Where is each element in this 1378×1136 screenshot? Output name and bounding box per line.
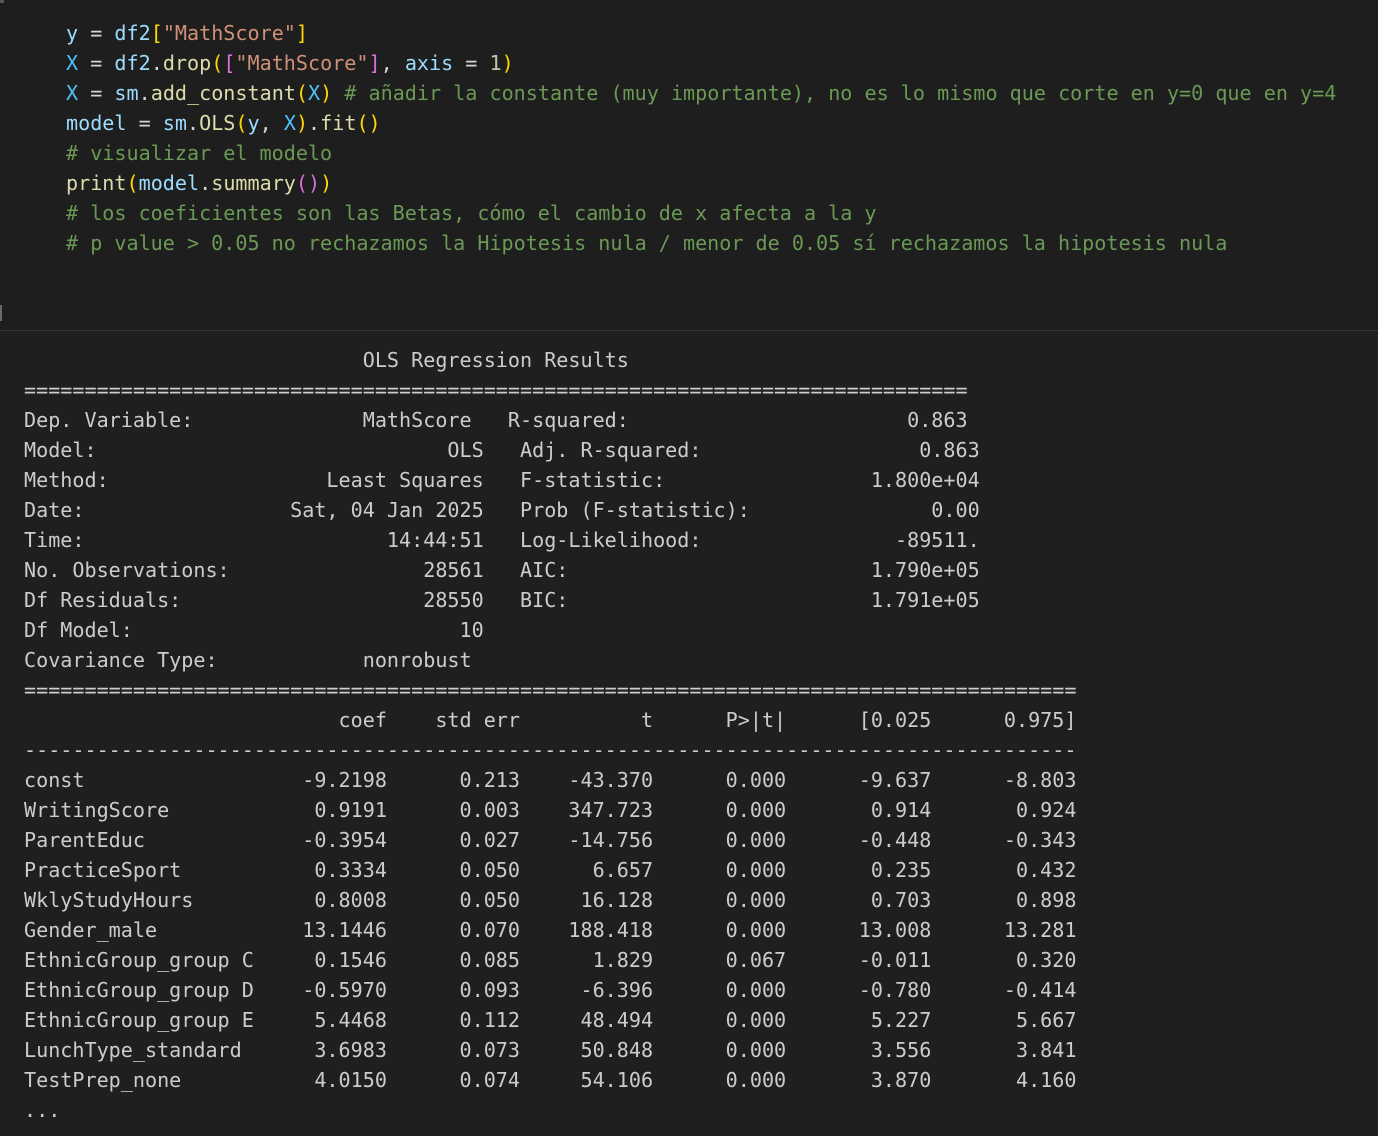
code-line-1[interactable]: y = df2["MathScore"]: [66, 18, 308, 48]
code-token: ]: [295, 21, 308, 45]
output-line: Gender_male 13.1446 0.070 188.418 0.000 …: [24, 918, 1077, 942]
code-token: X: [66, 81, 79, 105]
code-token: =: [78, 81, 115, 105]
code-token: [: [223, 51, 236, 75]
code-token: axis: [404, 51, 454, 75]
output-line: Method: Least Squares F-statistic: 1.800…: [24, 468, 980, 492]
code-comment: # p value > 0.05 no rechazamos la Hipote…: [66, 231, 1228, 255]
code-token: (: [211, 51, 224, 75]
cell-corner-mark: [0, 0, 4, 3]
code-token: ): [320, 171, 333, 195]
code-token: summary: [211, 171, 296, 195]
code-token: "MathScore": [162, 21, 296, 45]
code-line-4[interactable]: model = sm.OLS(y, X).fit(): [66, 108, 381, 138]
code-token: .: [150, 51, 163, 75]
output-line: WklyStudyHours 0.8008 0.050 16.128 0.000…: [24, 888, 1077, 912]
code-token: X: [66, 51, 79, 75]
output-line: ...: [24, 1098, 61, 1122]
code-token: .: [199, 171, 212, 195]
output-line: PracticeSport 0.3334 0.050 6.657 0.000 0…: [24, 858, 1077, 882]
code-token: X: [283, 111, 296, 135]
code-token: model: [138, 171, 200, 195]
output-line: Date: Sat, 04 Jan 2025 Prob (F-statistic…: [24, 498, 980, 522]
code-token: (: [295, 81, 308, 105]
code-token: y: [247, 111, 260, 135]
output-line: EthnicGroup_group C 0.1546 0.085 1.829 0…: [24, 948, 1077, 972]
code-token: =: [453, 51, 490, 75]
code-token: X: [308, 81, 321, 105]
output-line: Dep. Variable: MathScore R-squared: 0.86…: [24, 408, 968, 432]
output-line: Df Model: 10: [24, 618, 980, 642]
code-token: model: [66, 111, 127, 135]
output-line: LunchType_standard 3.6983 0.073 50.848 0…: [24, 1038, 1077, 1062]
code-token: y: [66, 21, 79, 45]
output-line: Covariance Type: nonrobust: [24, 648, 968, 672]
output-line: Df Residuals: 28550 BIC: 1.791e+05: [24, 588, 980, 612]
code-token: ): [295, 111, 309, 135]
output-line: Model: OLS Adj. R-squared: 0.863: [24, 438, 980, 462]
code-token: .: [138, 81, 151, 105]
code-comment: # visualizar el modelo: [66, 141, 333, 165]
output-line: ParentEduc -0.3954 0.027 -14.756 0.000 -…: [24, 828, 1077, 852]
output-line: WritingScore 0.9191 0.003 347.723 0.000 …: [24, 798, 1077, 822]
output-line: ========================================…: [24, 378, 968, 402]
code-token: .: [308, 111, 321, 135]
code-token: ,: [259, 111, 284, 135]
output-line: EthnicGroup_group E 5.4468 0.112 48.494 …: [24, 1008, 1077, 1032]
code-token: ,: [380, 51, 405, 75]
output-line: TestPrep_none 4.0150 0.074 54.106 0.000 …: [24, 1068, 1077, 1092]
code-token: 1: [489, 51, 502, 75]
output-line: const -9.2198 0.213 -43.370 0.000 -9.637…: [24, 768, 1077, 792]
code-token: sm: [114, 81, 139, 105]
code-token: df2: [114, 21, 151, 45]
output-line: No. Observations: 28561 AIC: 1.790e+05: [24, 558, 980, 582]
code-line-6[interactable]: print(model.summary()): [66, 168, 332, 198]
code-comment: # añadir la constante (muy importante), …: [332, 81, 1337, 105]
output-line: ========================================…: [24, 678, 1077, 702]
code-line-2[interactable]: X = df2.drop(["MathScore"], axis = 1): [66, 48, 514, 78]
output-line: Time: 14:44:51 Log-Likelihood: -89511.: [24, 528, 980, 552]
code-token: sm: [162, 111, 187, 135]
code-token: .: [187, 111, 200, 135]
output-line: OLS Regression Results: [24, 348, 968, 372]
code-line-7[interactable]: # los coeficientes son las Betas, cómo e…: [66, 198, 877, 228]
code-token: print: [66, 171, 127, 195]
code-token: ]: [368, 51, 381, 75]
code-line-5[interactable]: # visualizar el modelo: [66, 138, 332, 168]
code-cell[interactable]: y = df2["MathScore"] X = df2.drop(["Math…: [0, 0, 1378, 331]
code-token: =: [78, 21, 115, 45]
output-line: ----------------------------------------…: [24, 738, 1077, 762]
cell-execution-marker: [0, 305, 2, 321]
code-token: [: [150, 21, 163, 45]
code-token: ): [501, 51, 514, 75]
code-token: drop: [162, 51, 212, 75]
code-comment: # los coeficientes son las Betas, cómo e…: [66, 201, 877, 225]
output-line: EthnicGroup_group D -0.5970 0.093 -6.396…: [24, 978, 1077, 1002]
code-token: ): [320, 81, 333, 105]
code-token: (: [126, 171, 139, 195]
code-token: =: [126, 111, 163, 135]
code-token: fit: [320, 111, 357, 135]
code-line-8[interactable]: # p value > 0.05 no rechazamos la Hipote…: [66, 228, 1227, 258]
code-token: add_constant: [150, 81, 296, 105]
cell-output: OLS Regression Results =================…: [24, 345, 1364, 1125]
output-line: coef std err t P>|t| [0.025 0.975]: [24, 708, 1077, 732]
code-token: df2: [114, 51, 151, 75]
code-token: (): [295, 171, 321, 195]
code-token: (): [356, 111, 381, 135]
code-token: =: [78, 51, 115, 75]
code-token: (: [235, 111, 248, 135]
code-token: OLS: [199, 111, 236, 135]
code-token: "MathScore": [235, 51, 369, 75]
code-line-3[interactable]: X = sm.add_constant(X) # añadir la const…: [66, 78, 1336, 108]
